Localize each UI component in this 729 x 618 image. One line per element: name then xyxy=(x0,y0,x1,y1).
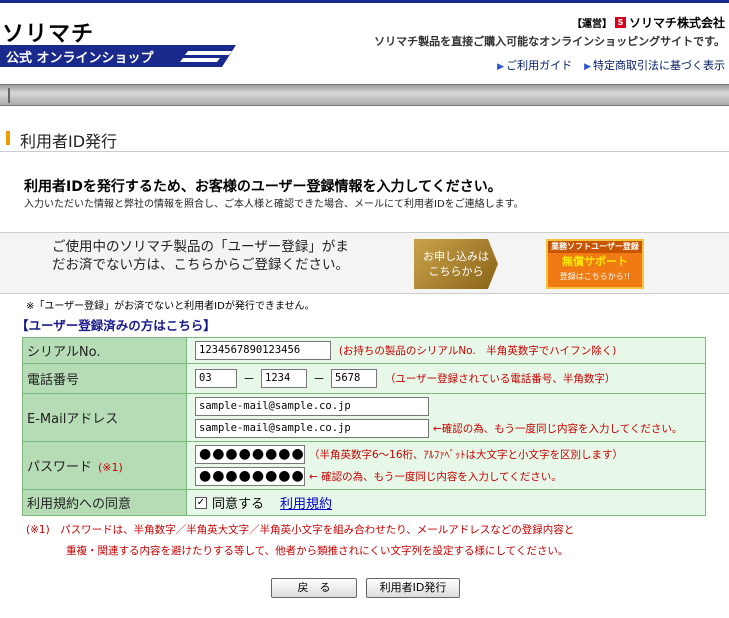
phone-hint: （ユーザー登録されている電話番号、半角数字） xyxy=(384,373,616,385)
guide-link-label: ご利用ガイド xyxy=(506,59,573,72)
serial-cell: 1234567890123456 (お持ちの製品のシリアルNo. 半角英数字でハ… xyxy=(186,337,706,364)
email-confirm-hint: ←確認の為、もう一度同じ内容を入力してください。 xyxy=(433,423,683,435)
terms-label: 利用規約への同意 xyxy=(22,489,187,516)
password-row: パスワード (※1) ●●●●●●●● （半角英数字6～16桁、ｱﾙﾌｧﾍﾞｯﾄは大… xyxy=(22,441,706,490)
phone-input-2[interactable]: 1234 xyxy=(261,369,308,388)
legal-notice-link-label: 特定商取引法に基づく表示 xyxy=(593,59,725,72)
serial-input[interactable]: 1234567890123456 xyxy=(195,341,331,360)
email-input[interactable]: sample-mail@sample.co.jp xyxy=(195,397,429,416)
operator-name: ソリマチ株式会社 xyxy=(628,16,725,30)
apply-button[interactable]: お申し込みは こちらから xyxy=(414,239,498,289)
terms-link[interactable]: 利用規約 xyxy=(280,497,332,512)
site-tagline: ソリマチ製品を直接ご購入可能なオンラインショッピングサイトです。 xyxy=(374,35,725,48)
phone-row: 電話番号 03 － 1234 － 5678 （ユーザー登録されている電話番号、半角数字） xyxy=(22,363,706,394)
user-form-table: シリアルNo. 1234567890123456 (お持ちの製品のシリアルNo.… xyxy=(22,337,706,516)
logo-text[interactable]: ソリマチ xyxy=(2,16,94,48)
registration-text: ご使用中のソリマチ製品の「ユーザー登録」がまだお済でない方は、こちらからご登録く… xyxy=(52,239,349,273)
support-banner-line3: 登録はこちらから!! xyxy=(559,272,631,281)
serial-hint: (お持ちの製品のシリアルNo. 半角英数字でハイフン除く) xyxy=(338,345,617,357)
nav-divider xyxy=(8,88,10,103)
lead-text: 利用者IDを発行するため、お客様のユーザー登録情報を入力してください。 xyxy=(24,179,502,195)
agree-checkbox[interactable]: ✓ xyxy=(195,496,207,509)
terms-row: 利用規約への同意 ✓ 同意する 利用規約 xyxy=(22,489,706,516)
phone-cell: 03 － 1234 － 5678 （ユーザー登録されている電話番号、半角数字） xyxy=(186,363,706,394)
footnote-line-2: 重複・関連する内容を避けたりする等して、他者から類推されにくい文字列を設定する様… xyxy=(66,545,569,557)
title-accent-bar xyxy=(6,131,10,145)
arrow-right-icon: ▶ xyxy=(584,62,591,72)
email-cell: sample-mail@sample.co.jp sample-mail@sam… xyxy=(186,393,706,442)
logo-subtitle: 公式 オンラインショップ xyxy=(6,51,154,66)
registration-box: ご使用中のソリマチ製品の「ユーザー登録」がまだお済でない方は、こちらからご登録く… xyxy=(0,232,729,294)
header-links: ▶ ご利用ガイド ▶ 特定商取引法に基づく表示 xyxy=(497,57,725,73)
footnote-line-1: (※1) パスワードは、半角数字／半角英大文字／半角英小文字を組み合わせたり、メ… xyxy=(26,524,575,536)
lead-subtext: 入力いただいた情報と弊社の情報を照合し、ご本人様と確認できた場合、メールにて利用… xyxy=(24,199,524,210)
email-row: E-Mailアドレス sample-mail@sample.co.jp samp… xyxy=(22,393,706,442)
email-confirm-input[interactable]: sample-mail@sample.co.jp xyxy=(195,419,429,438)
support-banner-line2: 無償サポート xyxy=(562,255,628,268)
password-label: パスワード xyxy=(27,460,93,475)
operator-tag: 【運営】 xyxy=(571,19,612,30)
top-border-line xyxy=(0,0,729,3)
phone-label: 電話番号 xyxy=(22,363,187,394)
password-label-cell: パスワード (※1) xyxy=(22,441,187,490)
agree-label[interactable]: 同意する xyxy=(212,497,264,512)
password-cell: ●●●●●●●● （半角英数字6～16桁、ｱﾙﾌｧﾍﾞｯﾄは大文字と小文字を区別し… xyxy=(186,441,706,490)
serial-row: シリアルNo. 1234567890123456 (お持ちの製品のシリアルNo.… xyxy=(22,337,706,364)
apply-button-line2: こちらから xyxy=(428,265,484,278)
registration-note: ※「ユーザー登録」がお済でないと利用者IDが発行できません。 xyxy=(26,301,315,312)
phone-input-1[interactable]: 03 xyxy=(195,369,237,388)
legal-notice-link[interactable]: ▶ 特定商取引法に基づく表示 xyxy=(584,57,725,73)
password-confirm-input[interactable]: ●●●●●●●● xyxy=(195,467,305,486)
support-registration-banner[interactable]: 業務ソフトユーザー登録 無償サポート 登録はこちらから!! xyxy=(546,239,644,289)
password-confirm-hint: ← 確認の為、もう一度同じ内容を入力してください。 xyxy=(309,471,562,483)
password-input[interactable]: ●●●●●●●● xyxy=(195,445,305,464)
page-title: 利用者ID発行 xyxy=(20,132,118,151)
logo-banner[interactable]: 公式 オンラインショップ xyxy=(0,45,236,67)
email-label: E-Mailアドレス xyxy=(22,393,187,442)
password-hint: （半角英数字6～16桁、ｱﾙﾌｧﾍﾞｯﾄは大文字と小文字を区別します） xyxy=(309,449,624,461)
phone-dash: － xyxy=(243,372,256,386)
nav-bar xyxy=(0,84,729,106)
phone-dash: － xyxy=(313,372,326,386)
support-banner-line1: 業務ソフトユーザー登録 xyxy=(548,241,642,253)
apply-button-line1: お申し込みは xyxy=(423,250,489,263)
issue-id-button[interactable]: 利用者ID発行 xyxy=(366,578,460,598)
terms-cell: ✓ 同意する 利用規約 xyxy=(186,489,706,516)
company-logo-icon: S xyxy=(614,17,626,28)
password-footnote: (※1) パスワードは、半角数字／半角英大文字／半角英小文字を組み合わせたり、メ… xyxy=(26,520,574,562)
operator-info: 【運営】 S ソリマチ株式会社 xyxy=(572,14,725,31)
back-button[interactable]: 戻 る xyxy=(271,578,357,598)
form-section-title: 【ユーザー登録済みの方はこちら】 xyxy=(16,318,216,333)
page-title-bar: 利用者ID発行 xyxy=(0,124,729,152)
arrow-right-icon: ▶ xyxy=(497,62,505,72)
phone-input-3[interactable]: 5678 xyxy=(331,369,378,388)
serial-label: シリアルNo. xyxy=(22,337,187,364)
guide-link[interactable]: ▶ ご利用ガイド xyxy=(497,57,572,73)
password-footnote-mark: (※1) xyxy=(98,461,123,474)
